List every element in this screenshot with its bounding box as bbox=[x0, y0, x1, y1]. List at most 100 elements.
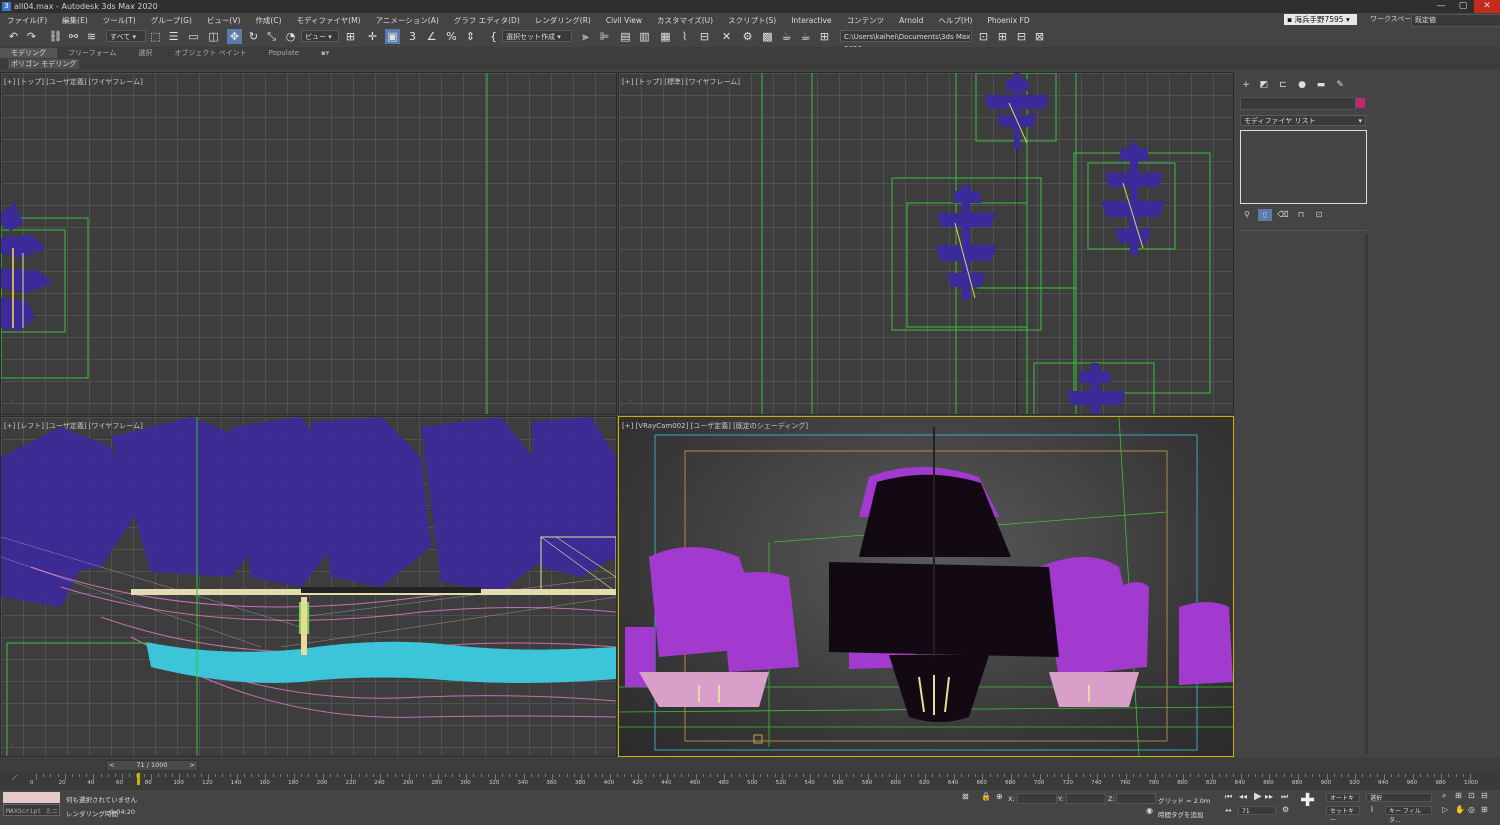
add-time-tag[interactable]: 時間タグを追加 bbox=[1158, 809, 1204, 819]
app-icon[interactable]: 3 bbox=[2, 2, 11, 11]
utilities-tab-icon[interactable]: ✎ bbox=[1333, 78, 1347, 92]
menu-item[interactable]: ファイル(F) bbox=[0, 15, 55, 26]
render-in-cloud-icon[interactable]: ⊞ bbox=[817, 29, 832, 44]
selection-lock-icon[interactable]: 🔒 bbox=[981, 792, 991, 801]
project-open-icon[interactable]: ⊞ bbox=[995, 29, 1010, 44]
keyboard-shortcut-override-icon[interactable]: ▣ bbox=[385, 29, 400, 44]
key-mode-icon[interactable]: ↔ bbox=[1225, 806, 1232, 815]
ribbon-tab[interactable]: フリーフォーム bbox=[57, 48, 127, 58]
make-unique-icon[interactable]: ⌫ bbox=[1276, 209, 1290, 221]
key-selection-set-select[interactable]: 選択 bbox=[1366, 793, 1432, 802]
absolute-mode-icon[interactable]: ⊕ bbox=[996, 792, 1003, 801]
time-configuration-icon[interactable]: ⚙ bbox=[1282, 805, 1289, 814]
rect-selection-icon[interactable]: ▭ bbox=[186, 29, 201, 44]
play-icon[interactable]: ▶ bbox=[1254, 791, 1262, 802]
menu-item[interactable]: 編集(E) bbox=[55, 15, 96, 26]
menu-item[interactable]: カスタマイズ(U) bbox=[650, 15, 721, 26]
workspace-select[interactable]: 既定値 bbox=[1411, 14, 1500, 27]
viewport-bottom-right[interactable]: [+] [VRayCam002] [ユーザ定義] [既定のシェーディング] bbox=[618, 416, 1234, 757]
pin-stack-icon[interactable]: ⚲ bbox=[1240, 209, 1254, 221]
motion-tab-icon[interactable]: ● bbox=[1295, 78, 1309, 92]
menu-item[interactable]: Interactive bbox=[784, 16, 839, 25]
time-slider-prev[interactable]: < bbox=[109, 761, 114, 770]
object-name-field[interactable] bbox=[1240, 97, 1356, 110]
ribbon-tab[interactable]: Populate bbox=[258, 49, 310, 57]
polygon-modeling-tab[interactable]: ポリゴン モデリング bbox=[8, 59, 80, 69]
menu-item[interactable]: コンテンツ bbox=[840, 15, 893, 26]
go-to-end-icon[interactable]: ⏭ bbox=[1281, 792, 1288, 802]
zoom-icon[interactable]: ⌕ bbox=[1442, 791, 1446, 801]
modifier-list-select[interactable]: モディファイヤ リスト ▾ bbox=[1240, 115, 1366, 126]
viewport-label[interactable]: [+] [トップ] [標準] [ワイヤフレーム] bbox=[622, 77, 740, 87]
select-manipulate-icon[interactable]: ✛ bbox=[365, 29, 380, 44]
menu-item[interactable]: レンダリング(R) bbox=[528, 15, 599, 26]
y-coordinate-field[interactable] bbox=[1066, 793, 1106, 804]
remove-modifier-icon[interactable]: ⊓ bbox=[1294, 209, 1308, 221]
unlink-icon[interactable]: ⚯ bbox=[66, 29, 81, 44]
display-tab-icon[interactable]: ▬ bbox=[1314, 78, 1328, 92]
previous-frame-icon[interactable]: ◂◂ bbox=[1239, 792, 1247, 801]
align-icon[interactable]: ⊫ bbox=[597, 29, 612, 44]
go-to-start-icon[interactable]: ⏮ bbox=[1225, 792, 1232, 802]
menu-item[interactable]: Phoenix FD bbox=[980, 16, 1037, 25]
z-coordinate-field[interactable] bbox=[1116, 793, 1156, 804]
spinner-snap-icon[interactable]: ⇕ bbox=[463, 29, 478, 44]
next-frame-icon[interactable]: ▸▸ bbox=[1265, 792, 1273, 801]
show-end-result-icon[interactable]: ▯ bbox=[1258, 209, 1272, 221]
zoom-all-icon[interactable]: ⊞ bbox=[1455, 791, 1462, 800]
project-save-icon[interactable]: ⊟ bbox=[1014, 29, 1029, 44]
zoom-extents-all-icon[interactable]: ⊟ bbox=[1481, 791, 1488, 800]
set-key-button[interactable]: セットキー bbox=[1326, 806, 1360, 824]
viewport-top-left[interactable]: [+] [トップ] [ユーザ定義] [ワイヤフレーム] ↗ bbox=[0, 72, 617, 415]
menu-item[interactable]: スクリプト(S) bbox=[721, 15, 784, 26]
menu-item[interactable]: ヘルプ(H) bbox=[931, 15, 980, 26]
menu-item[interactable]: グループ(G) bbox=[144, 15, 200, 26]
material-editor-icon[interactable]: ✕ bbox=[719, 29, 734, 44]
pan-icon[interactable]: ✋ bbox=[1455, 805, 1465, 814]
menu-item[interactable]: Civil View bbox=[599, 16, 650, 25]
render-setup-icon[interactable]: ⚙ bbox=[740, 29, 755, 44]
render-production-icon[interactable]: ☕ bbox=[779, 29, 794, 44]
configure-modifier-sets-icon[interactable]: ⊡ bbox=[1312, 209, 1326, 221]
ribbon-tab[interactable]: オブジェクト ペイント bbox=[163, 48, 257, 58]
field-of-view-icon[interactable]: ▷ bbox=[1442, 805, 1448, 814]
time-slider-next[interactable]: > bbox=[190, 761, 195, 770]
snap-toggle-icon[interactable]: 3 bbox=[405, 29, 420, 44]
ribbon-tab[interactable]: 選択 bbox=[127, 48, 163, 58]
zoom-extents-icon[interactable]: ⊡ bbox=[1468, 791, 1475, 800]
modify-tab-icon[interactable]: ◩ bbox=[1257, 78, 1271, 92]
current-frame-field[interactable]: 71 bbox=[1238, 806, 1276, 815]
named-selection-select[interactable]: 選択セット作成 ▾ bbox=[502, 30, 572, 42]
percent-snap-icon[interactable]: % bbox=[444, 29, 459, 44]
select-object-icon[interactable]: ⬚ bbox=[148, 29, 163, 44]
project-path-select[interactable]: C:\Users\kaihei\Documents\3ds Max 2020 ▾ bbox=[840, 30, 972, 53]
maxscript-listener-input[interactable] bbox=[3, 792, 60, 803]
rotate-icon[interactable]: ↻ bbox=[246, 29, 261, 44]
reference-coordinate-select[interactable]: ビュー ▾ bbox=[301, 30, 339, 42]
curve-editor-icon[interactable]: ⌇ bbox=[677, 29, 692, 44]
auto-key-button[interactable]: オートキー bbox=[1326, 793, 1360, 811]
ribbon-options-icon[interactable]: ▪▾ bbox=[310, 49, 340, 57]
pivot-center-icon[interactable]: ⊞ bbox=[343, 29, 358, 44]
object-color-swatch[interactable] bbox=[1356, 98, 1365, 108]
ribbon-tab[interactable]: モデリング bbox=[0, 47, 57, 58]
menu-item[interactable]: 作成(C) bbox=[248, 15, 289, 26]
project-folder-icon[interactable]: ⊡ bbox=[976, 29, 991, 44]
viewport-bottom-left[interactable]: [+] [レフト] [ユーザ定義] [ワイヤフレーム] ↗ bbox=[0, 416, 617, 757]
menu-item[interactable]: アニメーション(A) bbox=[369, 15, 447, 26]
menu-item[interactable]: ビュー(V) bbox=[200, 15, 248, 26]
layer-explorer-icon[interactable]: ▥ bbox=[637, 29, 652, 44]
close-button[interactable]: ✕ bbox=[1474, 0, 1500, 13]
select-by-name-icon[interactable]: ☰ bbox=[166, 29, 181, 44]
undo-icon[interactable]: ↶ bbox=[6, 29, 21, 44]
set-key-icon[interactable]: ✚ bbox=[1300, 791, 1315, 811]
project-create-icon[interactable]: ⊠ bbox=[1032, 29, 1047, 44]
user-account-button[interactable]: ▪ 海兵手野7595 ▾ bbox=[1284, 14, 1357, 25]
angle-snap-icon[interactable]: ∠ bbox=[424, 29, 439, 44]
move-icon[interactable]: ✥ bbox=[227, 29, 242, 44]
viewport-label[interactable]: [+] [トップ] [ユーザ定義] [ワイヤフレーム] bbox=[4, 77, 143, 87]
window-crossing-icon[interactable]: ◫ bbox=[206, 29, 221, 44]
link-icon[interactable]: ⛓ bbox=[48, 29, 63, 44]
schematic-view-icon[interactable]: ⊟ bbox=[697, 29, 712, 44]
place-icon[interactable]: ◔ bbox=[283, 29, 298, 44]
